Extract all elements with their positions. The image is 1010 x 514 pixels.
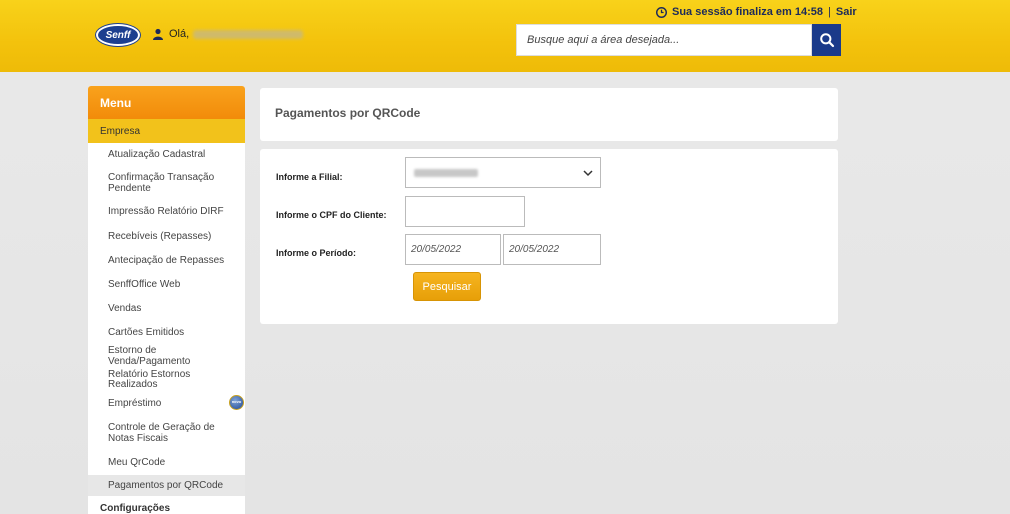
page-title: Pagamentos por QRCode <box>275 106 421 120</box>
sidebar-item-meu-qrcode[interactable]: Meu QrCode <box>88 451 245 475</box>
search-input[interactable] <box>516 24 812 56</box>
top-header: Senff Olá, Sua sessão finaliza em 14:58 … <box>0 0 1010 72</box>
title-panel: Pagamentos por QRCode <box>260 88 838 141</box>
search-icon <box>819 33 834 48</box>
logout-link[interactable]: Sair <box>836 6 857 18</box>
sidebar-item-pagamentos-qrcode[interactable]: Pagamentos por QRCode <box>88 475 245 498</box>
separator: | <box>828 6 831 18</box>
new-badge-icon: novo <box>229 395 244 410</box>
sidebar-item-antecipacao[interactable]: Antecipação de Repasses <box>88 249 245 273</box>
sidebar-item-label: Relatório Estornos Realizados <box>108 368 191 390</box>
sidebar-item-label: Meu QrCode <box>108 456 166 468</box>
branch-value-redacted <box>414 168 478 177</box>
sidebar-item-notas-fiscais[interactable]: Controle de Geração de Notas Fiscais <box>88 416 245 451</box>
sidebar-item-label: Antecipação de Repasses <box>108 254 225 266</box>
cpf-label: Informe o CPF do Cliente: <box>276 210 387 220</box>
sidebar-item-cartoes-emitidos[interactable]: Cartões Emitidos <box>88 321 245 345</box>
sidebar-item-label: Pagamentos por QRCode <box>108 480 224 492</box>
user-icon <box>153 28 163 40</box>
sidebar-item-label: Atualização Cadastral <box>108 148 206 160</box>
user-name-redacted <box>193 29 304 39</box>
search-button[interactable] <box>812 24 841 56</box>
senff-logo[interactable]: Senff <box>96 24 140 46</box>
date-start-input[interactable] <box>405 234 501 265</box>
chevron-down-icon <box>583 170 593 177</box>
sidebar-item-label: Empréstimo <box>108 397 162 409</box>
sidebar-item-estorno-venda[interactable]: Estorno de Venda/Pagamento <box>88 345 245 368</box>
sidebar-item-atualizacao-cadastral[interactable]: Atualização Cadastral <box>88 143 245 167</box>
sidebar-item-label: Impressão Relatório DIRF <box>108 206 224 218</box>
sidebar-item-confirmacao-transacao[interactable]: Confirmação Transação Pendente <box>88 167 245 200</box>
sidebar-item-senffoffice[interactable]: SenffOffice Web <box>88 273 245 297</box>
greeting-text: Olá, <box>169 28 190 40</box>
sidebar-item-label: Vendas <box>108 302 142 314</box>
clock-icon <box>656 6 667 18</box>
sidebar-item-label: SenffOffice Web <box>108 278 181 290</box>
sidebar-item-recebiveis[interactable]: Recebíveis (Repasses) <box>88 225 245 249</box>
sidebar-item-emprestimo[interactable]: Empréstimo novo <box>88 392 245 416</box>
pesquisar-button[interactable]: Pesquisar <box>413 272 481 301</box>
sidebar-item-relatorio-estornos[interactable]: Relatório Estornos Realizados <box>88 368 245 392</box>
sidebar-item-relatorio-dirf[interactable]: Impressão Relatório DIRF <box>88 200 245 225</box>
cpf-input[interactable] <box>405 196 525 227</box>
sidebar-item-label: Cartões Emitidos <box>108 326 185 338</box>
branch-label: Informe a Filial: <box>276 172 343 182</box>
period-label: Informe o Período: <box>276 248 357 258</box>
branch-select[interactable] <box>405 157 601 188</box>
sidebar-item-label: Confirmação Transação Pendente <box>108 172 215 194</box>
session-info: Sua sessão finaliza em 14:58 | Sair <box>656 6 857 18</box>
menu-section-configuracoes[interactable]: Configurações <box>88 496 245 514</box>
session-timer: Sua sessão finaliza em 14:58 <box>672 6 824 18</box>
date-end-input[interactable] <box>503 234 601 265</box>
search-form: Informe a Filial: Informe o CPF do Clien… <box>260 149 838 324</box>
user-greeting: Olá, <box>152 28 304 40</box>
menu-section-empresa[interactable]: Empresa <box>88 119 245 143</box>
menu-title: Menu <box>88 86 245 119</box>
sidebar-item-label: Recebíveis (Repasses) <box>108 230 212 242</box>
sidebar-menu: Menu Empresa Atualização Cadastral Confi… <box>88 86 245 514</box>
sidebar-item-label: Estorno de Venda/Pagamento <box>108 345 191 367</box>
sidebar-item-label: Controle de Geração de Notas Fiscais <box>108 422 215 444</box>
sidebar-item-vendas[interactable]: Vendas <box>88 297 245 321</box>
